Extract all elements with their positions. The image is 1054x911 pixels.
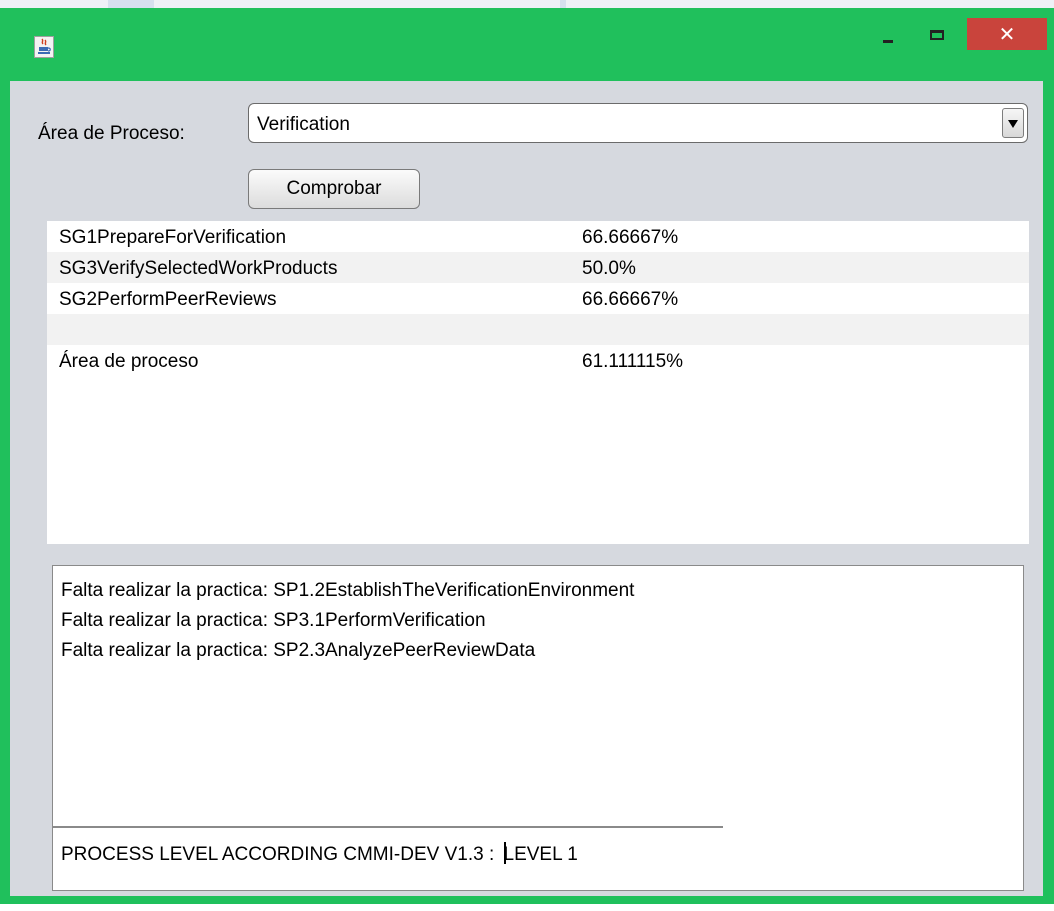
app-window: ✕ Área de Proceso: Verification Comproba… (0, 8, 1054, 904)
close-icon: ✕ (998, 22, 1016, 46)
missing-practice-line: Falta realizar la practica: SP3.1Perform… (61, 610, 486, 631)
process-level-label: PROCESS LEVEL ACCORDING CMMI-DEV V1.3 : (61, 844, 500, 865)
missing-practices-textarea[interactable]: Falta realizar la practica: SP1.2Establi… (52, 565, 1024, 891)
process-area-label: Área de Proceso: (38, 123, 185, 144)
minimize-icon[interactable] (869, 18, 913, 50)
java-cup-icon[interactable] (34, 36, 54, 58)
results-row[interactable]: SG2PerformPeerReviews 66.66667% (47, 283, 1029, 314)
results-list[interactable]: SG1PrepareForVerification 66.66667% SG3V… (47, 221, 1029, 544)
goal-percentage: 66.66667% (582, 289, 679, 310)
process-area-select[interactable]: Verification (248, 103, 1028, 143)
process-level-field[interactable]: PROCESS LEVEL ACCORDING CMMI-DEV V1.3 : … (61, 842, 578, 866)
results-row-empty[interactable] (47, 314, 1029, 345)
goal-name: SG2PerformPeerReviews (59, 289, 277, 310)
results-row[interactable]: SG1PrepareForVerification 66.66667% (47, 221, 1029, 252)
check-button[interactable]: Comprobar (248, 169, 420, 209)
process-area-total-value: 61.111115% (582, 351, 684, 372)
divider (53, 826, 723, 828)
missing-practice-line: Falta realizar la practica: SP2.3Analyze… (61, 640, 536, 661)
results-row-total[interactable]: Área de proceso 61.111115% (47, 345, 1029, 376)
process-area-total-label: Área de proceso (59, 351, 199, 372)
title-bar[interactable]: ✕ (0, 8, 1054, 73)
process-area-selected-value: Verification (257, 114, 350, 135)
goal-percentage: 66.66667% (582, 227, 679, 248)
process-level-value: LEVEL 1 (503, 844, 578, 865)
goal-percentage: 50.0% (582, 258, 636, 279)
main-panel: Área de Proceso: Verification Comprobar … (10, 81, 1043, 896)
close-button[interactable]: ✕ (967, 18, 1047, 50)
goal-name: SG1PrepareForVerification (59, 227, 287, 248)
goal-name: SG3VerifySelectedWorkProducts (59, 258, 338, 279)
missing-practice-line: Falta realizar la practica: SP1.2Establi… (61, 580, 635, 601)
java-cup-icon-graphic (38, 38, 51, 54)
chevron-down-icon[interactable] (1002, 108, 1024, 138)
results-row[interactable]: SG3VerifySelectedWorkProducts 50.0% (47, 252, 1029, 283)
maximize-icon[interactable] (916, 18, 960, 50)
